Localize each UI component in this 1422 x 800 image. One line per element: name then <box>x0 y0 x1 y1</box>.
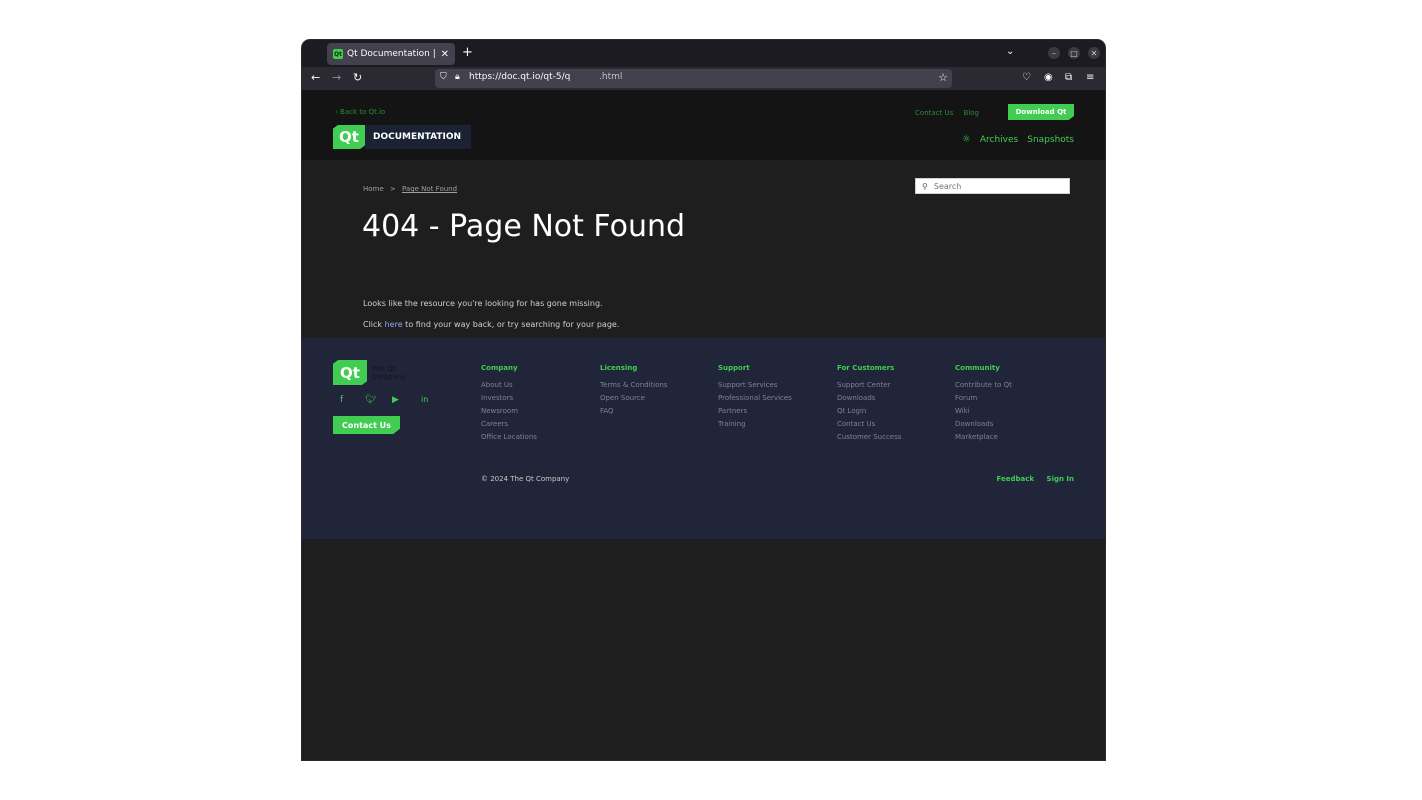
footer-link[interactable]: Customer Success <box>837 433 901 441</box>
theme-toggle-icon[interactable]: ☼ <box>962 134 971 145</box>
site-footer: Qt The Qt Company f 🐦︎ ▶ in Contact Us Co… <box>302 338 1105 539</box>
footer-link[interactable]: Contact Us <box>837 420 901 428</box>
search-input[interactable] <box>933 181 1054 191</box>
footer-link[interactable]: About Us <box>481 381 537 389</box>
qt-logo: Qt <box>333 125 365 149</box>
search-icon: ⚲ <box>922 181 928 191</box>
footer-link[interactable]: Forum <box>955 394 1012 402</box>
feedback-link[interactable]: Feedback <box>997 475 1035 483</box>
contact-us-link[interactable]: Contact Us <box>915 109 953 117</box>
qt-documentation-logo[interactable]: Qt DOCUMENTATION <box>333 125 472 149</box>
browser-window: Qt Qt Documentation | Page Not Found ✕ +… <box>302 40 1105 760</box>
breadcrumb: Home > Page Not Found <box>363 185 457 193</box>
minimize-icon[interactable]: – <box>1048 47 1060 59</box>
lock-icon[interactable]: 🔒︎ <box>455 72 460 82</box>
footer-logo[interactable]: Qt The Qt Company <box>333 360 405 385</box>
new-tab-button[interactable]: + <box>462 45 473 61</box>
twitter-icon[interactable]: 🐦︎ <box>365 395 376 405</box>
footer-qt-logo: Qt <box>333 360 367 385</box>
page-content: ‹ Back to Qt.io Contact Us Blog Download… <box>302 90 1105 760</box>
company-name-line2: Company <box>372 372 406 381</box>
footer-link[interactable]: Office Locations <box>481 433 537 441</box>
site-header: ‹ Back to Qt.io Contact Us Blog Download… <box>302 90 1105 160</box>
back-to-qt-link[interactable]: ‹ Back to Qt.io <box>335 108 385 116</box>
archives-link[interactable]: Archives <box>980 135 1018 145</box>
footer-link[interactable]: FAQ <box>600 407 668 415</box>
copyright: © 2024 The Qt Company <box>481 475 570 483</box>
help-text-pre: Click <box>363 320 385 329</box>
chevron-down-icon[interactable]: ⌄ <box>1006 46 1014 57</box>
account-icon[interactable]: ◉ <box>1044 71 1053 85</box>
missing-message: Looks like the resource you're looking f… <box>363 299 603 308</box>
footer-link[interactable]: Careers <box>481 420 537 428</box>
close-window-icon[interactable]: ✕ <box>1088 47 1100 59</box>
footer-column-licensing: Licensing Terms & Conditions Open Source… <box>600 364 668 420</box>
header-right-nav: ☼ Archives Snapshots <box>962 134 1074 145</box>
tab-title: Qt Documentation | Page Not Found <box>347 49 437 59</box>
back-arrow-icon[interactable]: ← <box>311 71 320 85</box>
extensions-icon[interactable]: ⧉ <box>1065 71 1072 85</box>
footer-link[interactable]: Terms & Conditions <box>600 381 668 389</box>
url-text[interactable]: https://doc.qt.io/qt-5/q .html <box>469 72 622 82</box>
facebook-icon[interactable]: f <box>340 395 343 405</box>
footer-link[interactable]: Marketplace <box>955 433 1012 441</box>
pocket-icon[interactable]: ♡ <box>1022 71 1031 85</box>
help-message: Click here to find your way back, or try… <box>363 320 619 329</box>
company-name-line1: The Qt <box>372 364 396 373</box>
here-link[interactable]: here <box>385 320 403 329</box>
page-title: 404 - Page Not Found <box>362 209 686 244</box>
sign-in-link[interactable]: Sign In <box>1047 475 1074 483</box>
breadcrumb-home[interactable]: Home <box>363 185 384 193</box>
footer-link[interactable]: Open Source <box>600 394 668 402</box>
footer-column-community: Community Contribute to Qt Forum Wiki Do… <box>955 364 1012 446</box>
search-box[interactable]: ⚲ <box>915 178 1070 194</box>
menu-icon[interactable]: ≡ <box>1086 71 1094 85</box>
footer-column-for-customers: For Customers Support Center Downloads Q… <box>837 364 901 446</box>
footer-column-support: Support Support Services Professional Se… <box>718 364 792 433</box>
footer-link[interactable]: Wiki <box>955 407 1012 415</box>
footer-link[interactable]: Training <box>718 420 792 428</box>
tab-bar: Qt Qt Documentation | Page Not Found ✕ +… <box>302 40 1105 67</box>
snapshots-link[interactable]: Snapshots <box>1027 135 1074 145</box>
qt-favicon-icon: Qt <box>333 49 343 59</box>
footer-bottom-links: Feedback Sign In <box>987 475 1074 483</box>
footer-column-company: Company About Us Investors Newsroom Care… <box>481 364 537 446</box>
column-heading: Community <box>955 364 1000 372</box>
column-heading: Licensing <box>600 364 638 372</box>
footer-contact-button[interactable]: Contact Us <box>333 416 400 434</box>
forward-arrow-icon[interactable]: → <box>332 71 341 85</box>
footer-link[interactable]: Contribute to Qt <box>955 381 1012 389</box>
linkedin-icon[interactable]: in <box>421 395 428 404</box>
documentation-label: DOCUMENTATION <box>365 125 472 149</box>
company-name: The Qt Company <box>372 365 405 381</box>
footer-link[interactable]: Partners <box>718 407 792 415</box>
youtube-icon[interactable]: ▶ <box>392 395 399 405</box>
footer-link[interactable]: Qt Login <box>837 407 901 415</box>
column-heading: For Customers <box>837 364 895 372</box>
column-heading: Company <box>481 364 518 372</box>
breadcrumb-current[interactable]: Page Not Found <box>402 185 457 193</box>
footer-link[interactable]: Support Services <box>718 381 792 389</box>
footer-link[interactable]: Downloads <box>955 420 1012 428</box>
column-heading: Support <box>718 364 750 372</box>
tab-qt-documentation[interactable]: Qt Qt Documentation | Page Not Found ✕ <box>327 43 455 65</box>
breadcrumb-separator-icon: > <box>389 185 396 193</box>
nav-bar: ← → ↻ ⛉ 🔒︎ https://doc.qt.io/qt-5/q .htm… <box>302 67 1105 90</box>
footer-link[interactable]: Investors <box>481 394 537 402</box>
help-text-post: to find your way back, or try searching … <box>402 320 620 329</box>
footer-link[interactable]: Downloads <box>837 394 901 402</box>
top-links: Contact Us Blog <box>907 109 979 117</box>
bookmark-star-icon[interactable]: ☆ <box>938 71 948 84</box>
maximize-icon[interactable]: □ <box>1068 47 1080 59</box>
footer-link[interactable]: Newsroom <box>481 407 537 415</box>
address-bar[interactable]: ⛉ 🔒︎ https://doc.qt.io/qt-5/q .html ☆ <box>435 69 952 88</box>
footer-link[interactable]: Support Center <box>837 381 901 389</box>
close-tab-icon[interactable]: ✕ <box>441 49 449 60</box>
footer-link[interactable]: Professional Services <box>718 394 792 402</box>
reload-icon[interactable]: ↻ <box>353 71 362 85</box>
download-qt-button[interactable]: Download Qt <box>1008 104 1074 120</box>
shield-icon[interactable]: ⛉ <box>440 72 447 82</box>
blog-link[interactable]: Blog <box>964 109 979 117</box>
